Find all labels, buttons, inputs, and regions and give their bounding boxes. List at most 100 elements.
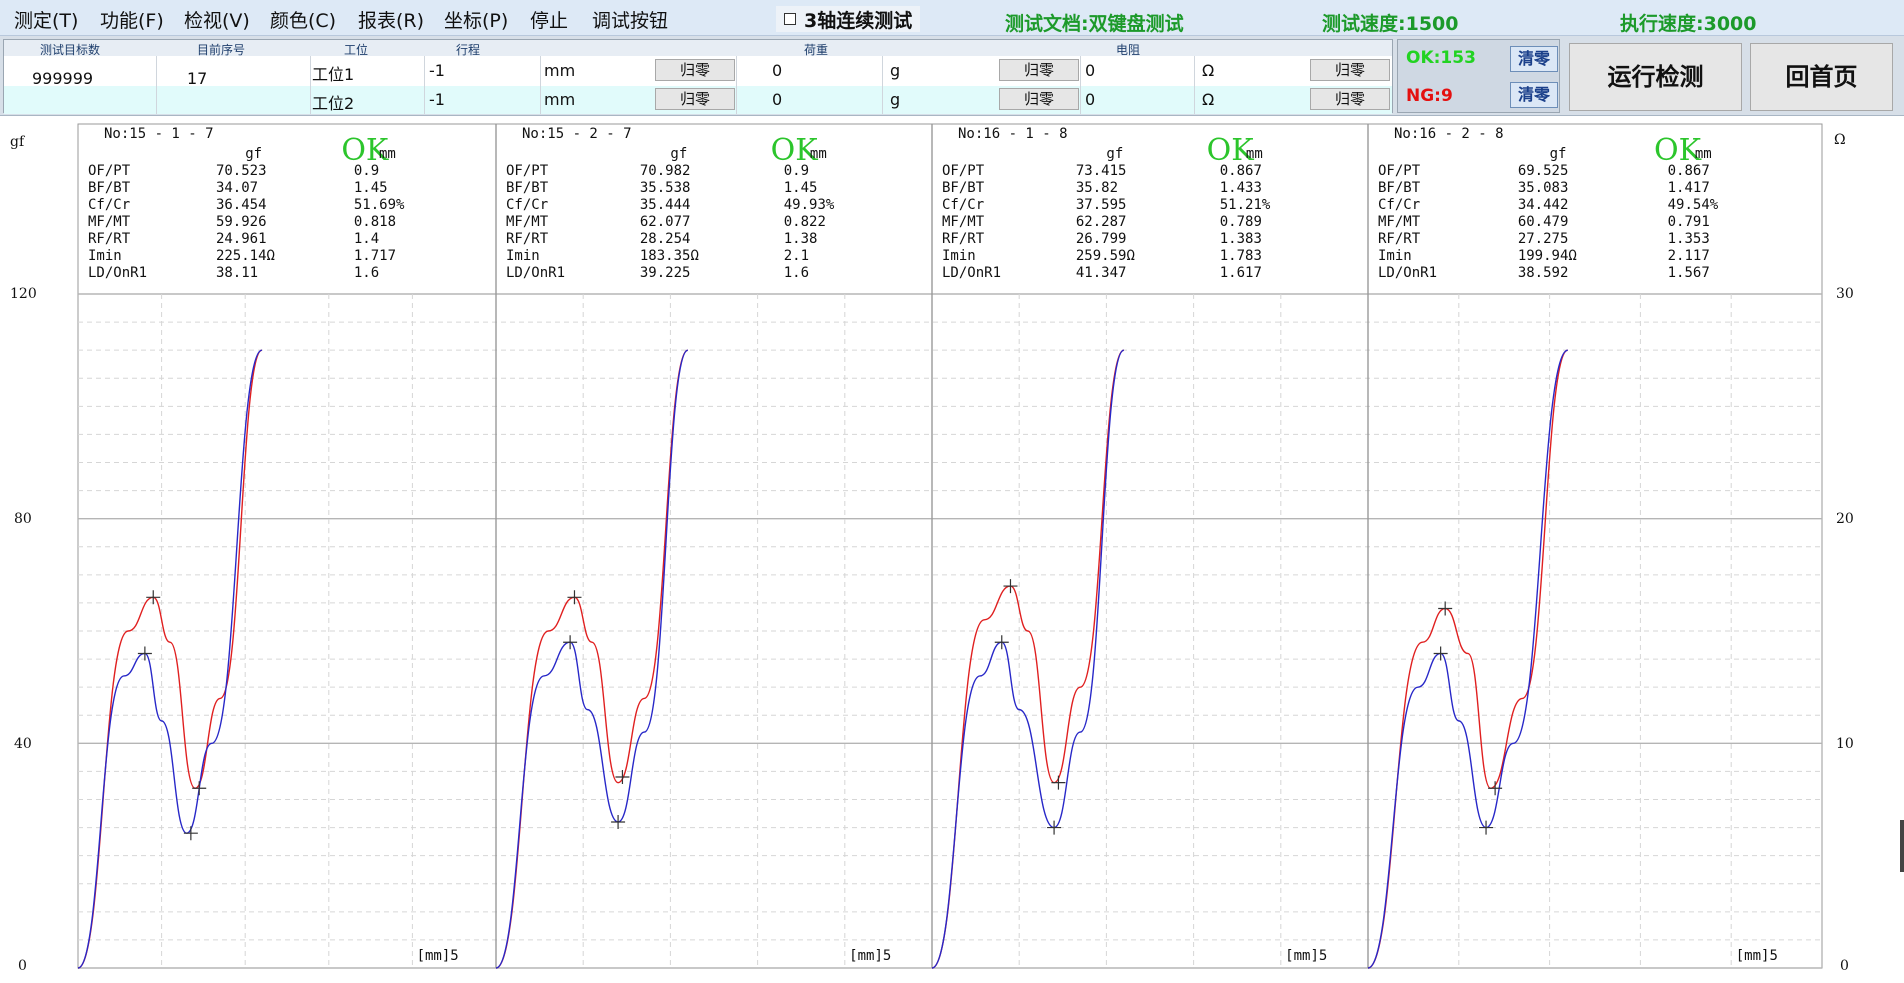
station-2-resistance-unit: Ω [1202,90,1215,109]
stat-name: OF/PT [942,163,985,179]
stat-force: 199.94Ω [1518,248,1577,264]
stat-force: 35.538 [640,180,691,196]
divider [1194,56,1195,114]
divider [736,56,737,114]
divider [310,56,311,114]
stat-name: BF/BT [506,180,549,196]
station-2-stroke-zero-button[interactable]: 归零 [655,88,735,110]
divider [882,56,883,114]
curve-marker [994,635,1009,650]
stat-force: 73.415 [1076,163,1127,179]
stat-name: RF/RT [1378,231,1421,247]
station-1-stroke-unit: mm [544,61,576,80]
run-test-button[interactable]: 运行检测 [1569,43,1742,111]
stat-name: MF/MT [88,214,131,230]
stat-name: OF/PT [1378,163,1421,179]
stat-force: 38.11 [216,265,258,281]
panel-col1-header: gf [670,146,687,162]
menu-measure[interactable]: 测定(T) [14,6,78,33]
divider [156,56,157,114]
station-1-stroke-zero-button[interactable]: 归零 [655,59,735,81]
stat-force: 37.595 [1076,197,1127,213]
stat-stroke: 0.818 [354,214,396,230]
current-seq-value: 17 [187,69,208,88]
menu-report[interactable]: 报表(R) [358,6,424,33]
stat-force: 34.442 [1518,197,1569,213]
stat-name: MF/MT [942,214,985,230]
status-table-header: 测试目标数 目前序号 工位 行程 荷重 电阻 [4,40,1392,57]
stat-stroke: 0.789 [1220,214,1262,230]
stat-stroke: 0.791 [1668,214,1710,230]
stat-force: 70.982 [640,163,691,179]
stat-force: 62.077 [640,214,691,230]
clear-ok-button[interactable]: 清零 [1510,46,1558,72]
station-2-load-zero-button[interactable]: 归零 [999,88,1079,110]
stat-stroke: 1.383 [1220,231,1262,247]
station-2-resistance-zero-button[interactable]: 归零 [1310,88,1390,110]
stat-stroke: 1.45 [354,180,388,196]
stat-force: 28.254 [640,231,691,247]
stat-stroke: 1.6 [784,265,809,281]
stat-force: 35.444 [640,197,691,213]
station-2-resistance: 0 [1085,90,1096,109]
station-1-resistance-unit: Ω [1202,61,1215,80]
status-table: 测试目标数 目前序号 工位 行程 荷重 电阻 999999 17 工位1 -1 … [3,39,1393,114]
stat-stroke: 51.21% [1220,197,1271,213]
stat-force: 259.59Ω [1076,248,1135,264]
station-1-load: 0 [772,61,783,80]
divider [1080,56,1081,114]
stat-name: BF/BT [942,180,985,196]
x-axis-unit-label: [mm]5 [849,948,891,964]
stat-name: RF/RT [88,231,131,247]
menu-color[interactable]: 颜色(C) [270,6,336,33]
station-1-load-zero-button[interactable]: 归零 [999,59,1079,81]
curve-marker [183,826,198,841]
stat-stroke: 0.9 [784,163,809,179]
menu-debug-buttons[interactable]: 调试按钮 [592,6,668,33]
stat-stroke: 0.822 [784,214,826,230]
station-1-resistance-zero-button[interactable]: 归零 [1310,59,1390,81]
stat-name: RF/RT [942,231,985,247]
stat-force: 225.14Ω [216,248,275,264]
curve-marker [192,781,207,796]
test-document-label: 测试文档:双键盘测试 [1005,13,1184,35]
continuous-test-checkbox[interactable]: 3轴连续测试 [776,6,921,32]
stat-force: 60.479 [1518,214,1569,230]
menu-bar: 测定(T) 功能(F) 检视(V) 颜色(C) 报表(R) 坐标(P) 停止 调… [0,0,1904,36]
stat-name: LD/OnR1 [506,265,565,281]
stat-force: 183.35Ω [640,248,699,264]
x-axis-unit-label: [mm]5 [417,948,459,964]
clear-ng-button[interactable]: 清零 [1510,82,1558,108]
stat-force: 70.523 [216,163,267,179]
stat-stroke: 49.54% [1668,197,1719,213]
panel-col1-header: gf [1106,146,1123,162]
stat-stroke: 1.353 [1668,231,1710,247]
ok-count: OK:153 [1406,48,1476,68]
stat-force: 38.592 [1518,265,1569,281]
stat-stroke: 1.417 [1668,180,1710,196]
stat-name: Imin [88,248,122,264]
stat-stroke: 49.93% [784,197,835,213]
panel-col1-header: gf [1550,146,1567,162]
target-count-value: 999999 [32,69,94,88]
menu-view[interactable]: 检视(V) [184,6,250,33]
menu-coordinate[interactable]: 坐标(P) [444,6,508,33]
home-button[interactable]: 回首页 [1750,43,1893,111]
menu-function[interactable]: 功能(F) [100,6,164,33]
menu-stop[interactable]: 停止 [530,6,568,33]
panel-col2-header: mm [810,146,827,162]
station-1-load-unit: g [890,61,901,80]
stat-name: Cf/Cr [942,197,984,213]
station-2-stroke: -1 [429,90,445,109]
checkbox-box[interactable] [784,13,796,25]
exec-speed-label: 执行速度:3000 [1620,13,1757,35]
divider [424,56,425,114]
stat-name: RF/RT [506,231,549,247]
station-1-label: 工位1 [312,65,355,84]
panel-col1-header: gf [245,146,262,162]
station-2-label: 工位2 [312,94,355,113]
stat-name: LD/OnR1 [1378,265,1437,281]
panel-col2-header: mm [1246,146,1263,162]
scroll-indicator[interactable] [1900,820,1904,872]
stat-force: 39.225 [640,265,691,281]
